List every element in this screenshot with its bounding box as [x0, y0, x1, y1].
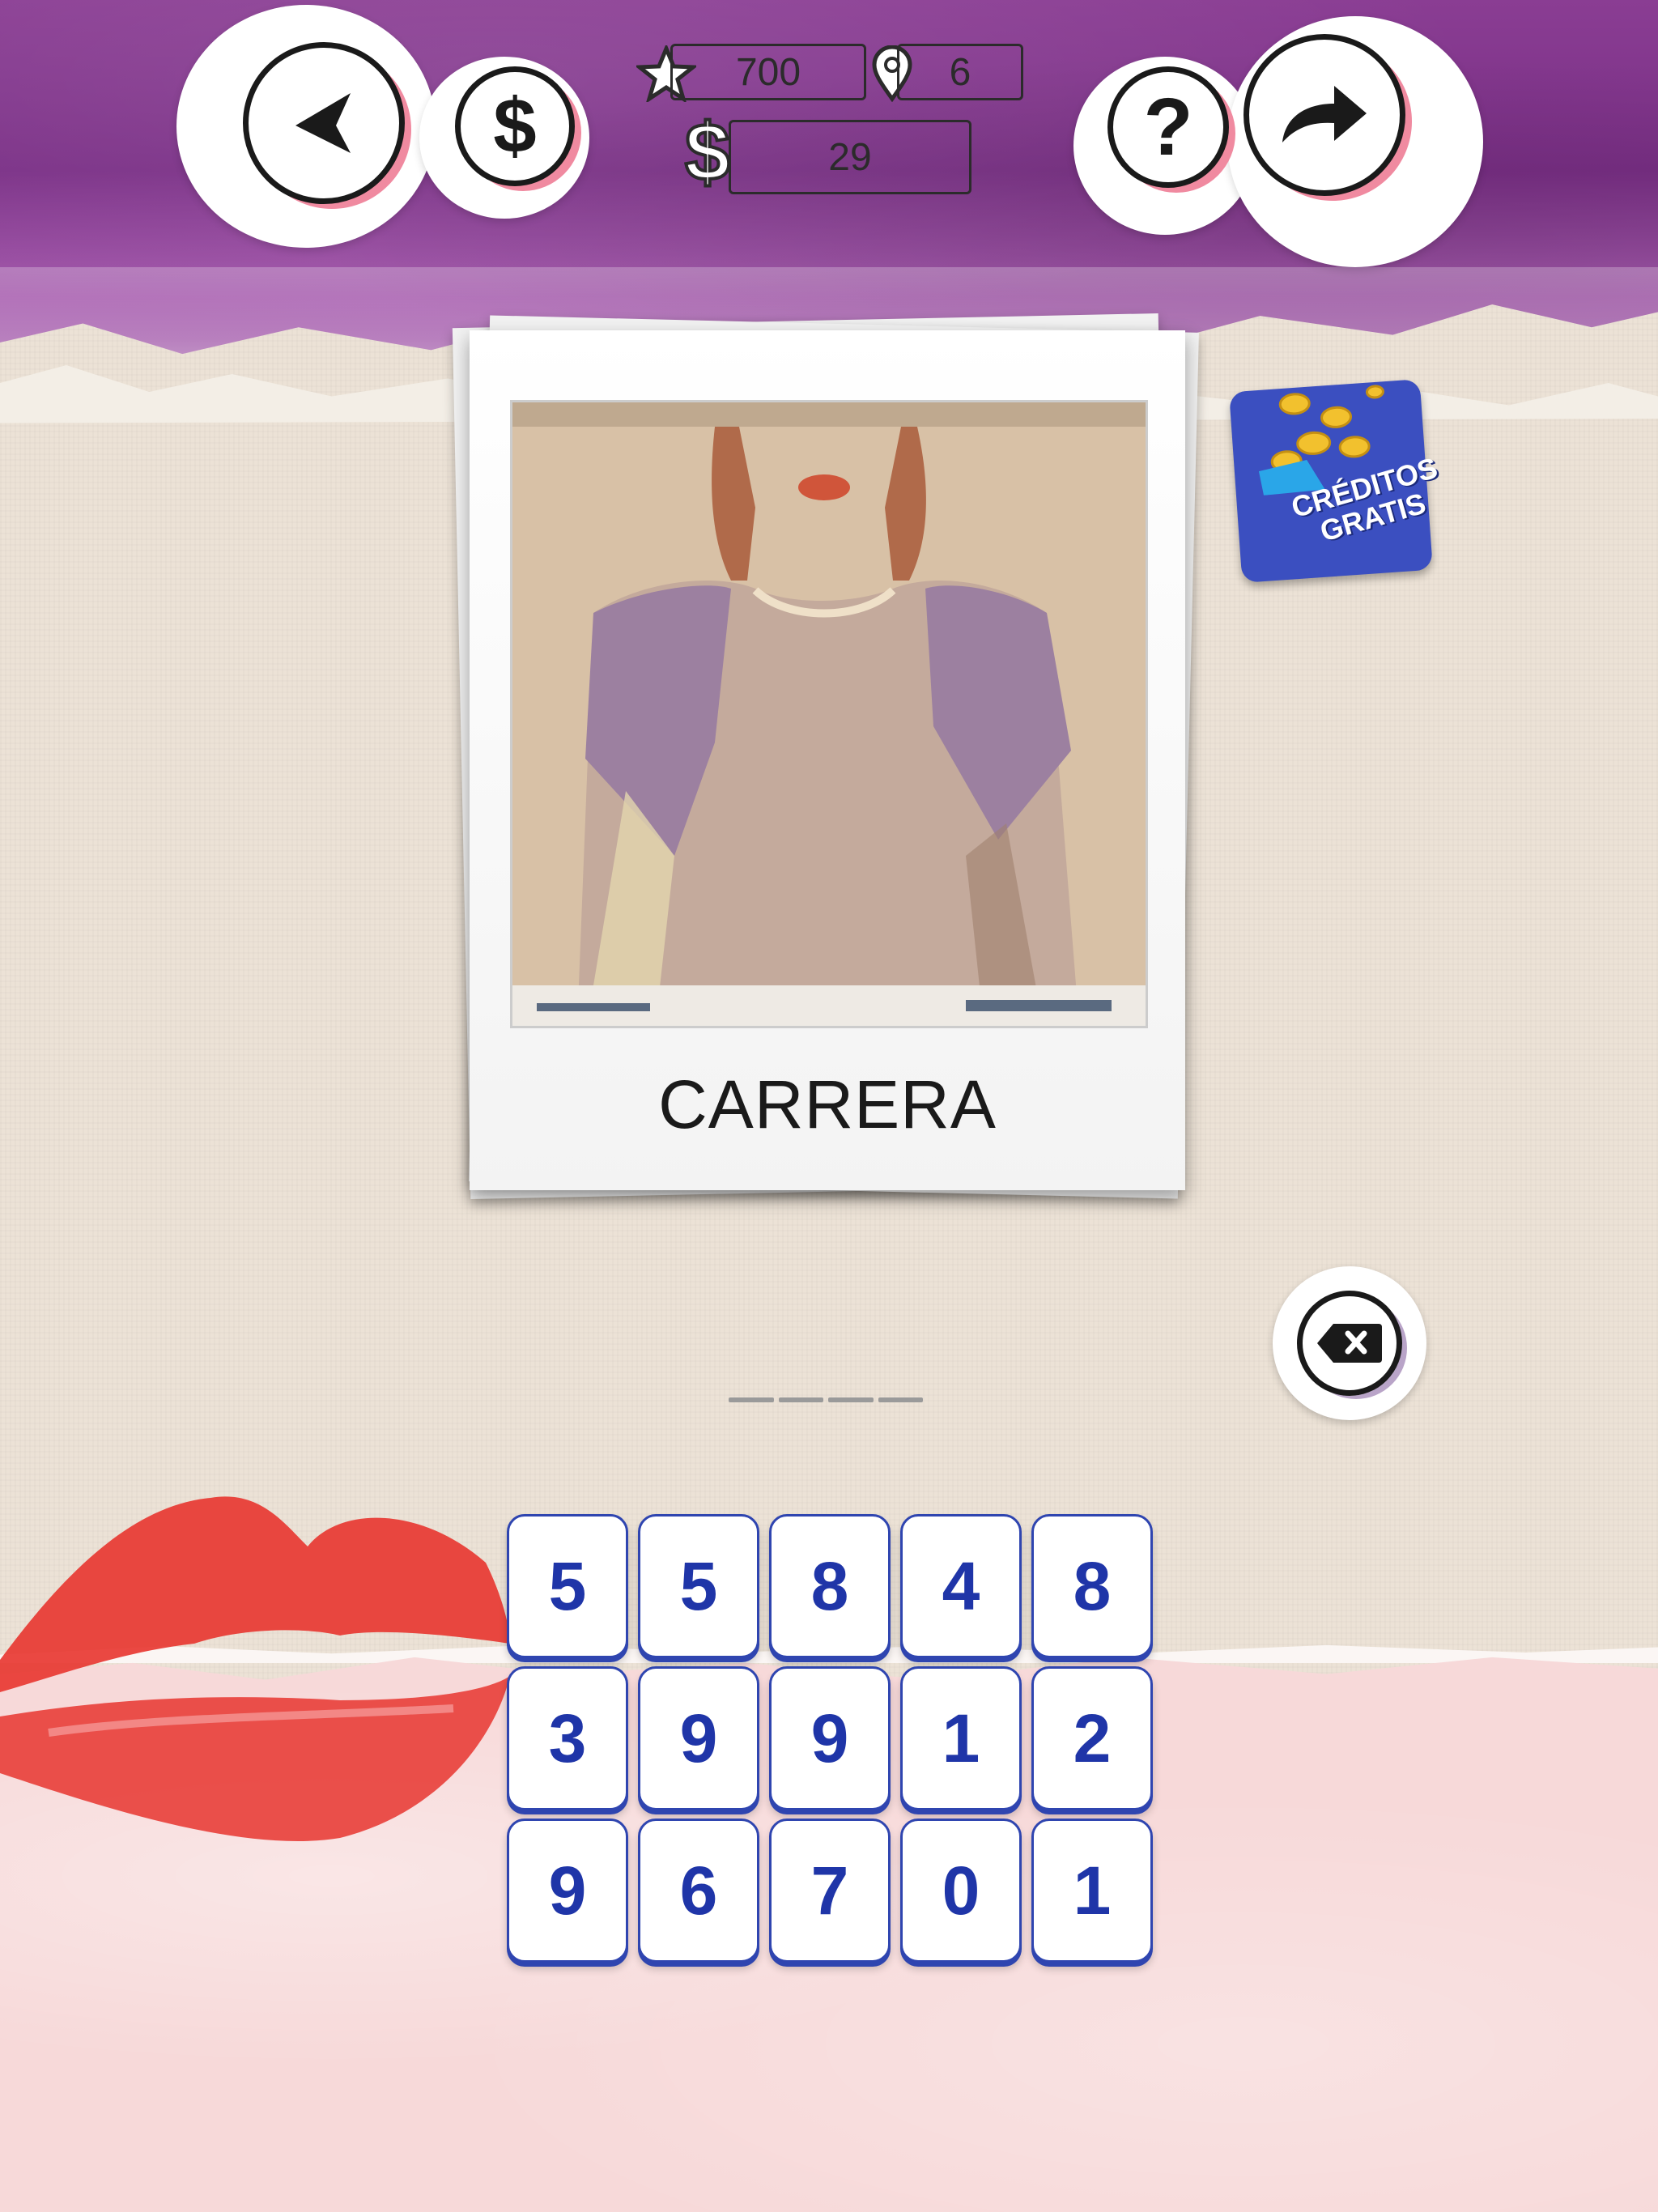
- key-button[interactable]: 6: [638, 1819, 759, 1963]
- photo-caption: CARRERA: [658, 1066, 997, 1142]
- backspace-icon: [1317, 1324, 1382, 1363]
- key-button[interactable]: 1: [900, 1666, 1022, 1810]
- level-counter: 6: [897, 44, 1023, 100]
- answer-slot: [778, 1397, 823, 1402]
- delete-button-ring: [1297, 1291, 1402, 1396]
- key-button[interactable]: 9: [769, 1666, 891, 1810]
- back-arrow-icon: [295, 93, 351, 153]
- key-button[interactable]: 5: [507, 1514, 628, 1658]
- question-icon: ?: [1143, 81, 1193, 172]
- answer-slot: [828, 1397, 874, 1402]
- money-value: 29: [828, 135, 872, 179]
- back-button[interactable]: [243, 42, 405, 204]
- key-button[interactable]: 7: [769, 1819, 891, 1963]
- key-button[interactable]: 9: [638, 1666, 759, 1810]
- help-button[interactable]: ?: [1107, 66, 1229, 188]
- dollar-icon: $: [493, 83, 537, 169]
- key-button[interactable]: 0: [900, 1819, 1022, 1963]
- portrait-illustration: [512, 402, 1146, 1026]
- dollar-icon: $: [683, 107, 732, 198]
- free-credits-button[interactable]: CRÉDITOS GRATIS: [1229, 379, 1441, 583]
- share-arrow-icon: [1282, 86, 1367, 143]
- polaroid-card: CARRERA: [470, 330, 1185, 1190]
- key-button[interactable]: 4: [900, 1514, 1022, 1658]
- delete-button[interactable]: [1273, 1266, 1426, 1420]
- key-button[interactable]: 8: [769, 1514, 891, 1658]
- stars-counter: 700: [670, 44, 866, 100]
- money-counter: 29: [729, 120, 971, 194]
- key-button[interactable]: 8: [1031, 1514, 1153, 1658]
- key-button[interactable]: 5: [638, 1514, 759, 1658]
- stars-value: 700: [735, 50, 801, 94]
- buy-button[interactable]: $: [455, 66, 575, 186]
- number-keypad: 5 5 8 4 8 3 9 9 1 2 9 6 7 0 1: [507, 1514, 1158, 1963]
- key-button[interactable]: 3: [507, 1666, 628, 1810]
- key-button[interactable]: 1: [1031, 1819, 1153, 1963]
- lipstick-kiss-decoration: [0, 1496, 510, 1841]
- answer-slots: [729, 1397, 923, 1406]
- answer-slot: [729, 1397, 774, 1402]
- puzzle-photo: [510, 400, 1148, 1028]
- share-button[interactable]: [1244, 34, 1405, 196]
- level-value: 6: [949, 50, 971, 94]
- key-button[interactable]: 9: [507, 1819, 628, 1963]
- answer-slot: [878, 1397, 923, 1402]
- key-button[interactable]: 2: [1031, 1666, 1153, 1810]
